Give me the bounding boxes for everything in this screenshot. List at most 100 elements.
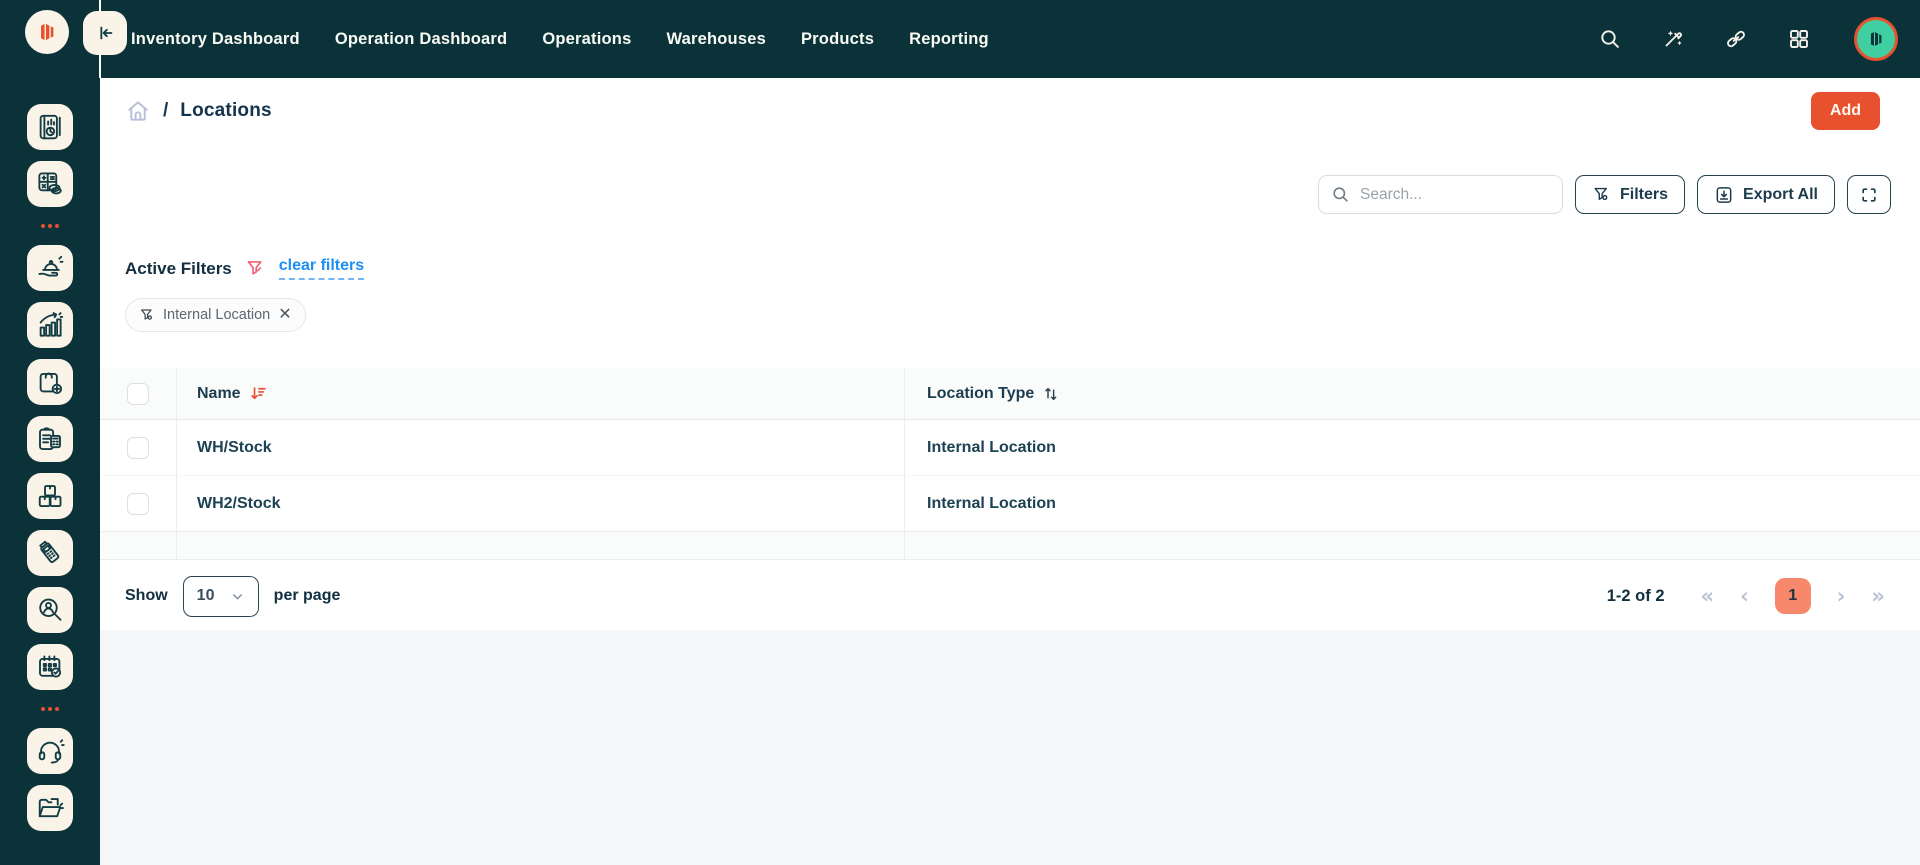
filters-button[interactable]: Filters <box>1575 175 1685 214</box>
search-input[interactable] <box>1360 186 1550 204</box>
sidebar-icon-list <box>27 104 73 842</box>
pagination-controls: 1-2 of 2 « ‹ 1 › » <box>1607 578 1885 614</box>
export-download-icon <box>1714 185 1734 205</box>
packages-icon <box>35 481 65 511</box>
nav-item-reporting[interactable]: Reporting <box>909 30 989 49</box>
sidebar-item-packages[interactable] <box>27 473 73 519</box>
clear-filters-link[interactable]: clear filters <box>279 257 364 280</box>
strip-cell <box>905 532 1920 559</box>
table-row[interactable]: WH2/Stock Internal Location <box>100 476 1920 532</box>
row-checkbox[interactable] <box>127 437 149 459</box>
sidebar-divider-dots <box>41 707 59 711</box>
bag-plus-icon <box>35 367 65 397</box>
navbar-menu: Inventory Dashboard Operation Dashboard … <box>131 30 989 49</box>
active-filters-row: Active Filters clear filters <box>125 257 364 280</box>
sort-descending-icon[interactable] <box>249 384 268 403</box>
chip-funnel-icon <box>139 307 155 323</box>
nav-item-inventory-dashboard[interactable]: Inventory Dashboard <box>131 30 300 49</box>
location-name: WH2/Stock <box>197 495 281 513</box>
logo-icon <box>34 19 60 45</box>
nav-item-products[interactable]: Products <box>801 30 874 49</box>
link-icon[interactable] <box>1724 27 1748 51</box>
calendar-check-icon <box>35 652 65 682</box>
filter-chip-label: Internal Location <box>163 307 270 323</box>
filter-chips-row: Internal Location ✕ <box>125 298 306 332</box>
row-checkbox-cell <box>100 476 177 531</box>
per-page-label: per page <box>274 587 341 605</box>
previous-page-icon[interactable]: ‹ <box>1740 586 1749 607</box>
page-size-select[interactable]: 10 <box>183 576 259 617</box>
app-logo[interactable] <box>25 10 69 54</box>
sidebar-collapse-button[interactable] <box>83 11 127 55</box>
chip-close-icon[interactable]: ✕ <box>278 307 291 323</box>
search-icon[interactable] <box>1598 27 1622 51</box>
filters-button-label: Filters <box>1620 186 1668 204</box>
report-book-icon <box>35 112 65 142</box>
search-box <box>1318 175 1563 214</box>
row-checkbox-cell <box>100 420 177 475</box>
show-label: Show <box>125 587 168 605</box>
sidebar-item-service-bell[interactable] <box>27 245 73 291</box>
sidebar-divider-dots <box>41 224 59 228</box>
home-icon[interactable] <box>125 98 151 124</box>
filter-chip: Internal Location ✕ <box>125 298 306 332</box>
row-type-cell: Internal Location <box>905 476 1920 531</box>
service-bell-icon <box>35 253 65 283</box>
sidebar-item-customer-search[interactable] <box>27 587 73 633</box>
breadcrumb-separator: / <box>163 100 168 122</box>
table-header-row: Name Location Type <box>100 368 1920 420</box>
nav-item-operation-dashboard[interactable]: Operation Dashboard <box>335 30 508 49</box>
magic-wand-icon[interactable] <box>1661 27 1685 51</box>
sidebar-item-documents-folder[interactable] <box>27 785 73 831</box>
avatar[interactable] <box>1854 17 1898 61</box>
location-type: Internal Location <box>927 439 1056 457</box>
strip-cell <box>177 532 905 559</box>
sidebar-item-growth-chart[interactable] <box>27 302 73 348</box>
pagination-bar: Show 10 per page 1-2 of 2 « ‹ 1 › » <box>100 574 1920 618</box>
sidebar-item-calculator-coins[interactable] <box>27 161 73 207</box>
chevron-down-icon <box>230 589 245 604</box>
nav-item-operations[interactable]: Operations <box>542 30 631 49</box>
documents-folder-icon <box>35 793 65 823</box>
header-location-type-cell[interactable]: Location Type <box>905 368 1920 419</box>
nav-item-warehouses[interactable]: Warehouses <box>666 30 766 49</box>
active-filters-title: Active Filters <box>125 259 232 279</box>
first-page-icon[interactable]: « <box>1701 586 1715 607</box>
sidebar-item-calendar-check[interactable] <box>27 644 73 690</box>
next-page-icon[interactable]: › <box>1837 586 1846 607</box>
header-checkbox-cell <box>100 368 177 419</box>
current-page-button[interactable]: 1 <box>1775 578 1811 614</box>
pagination-range: 1-2 of 2 <box>1607 587 1665 606</box>
row-checkbox[interactable] <box>127 493 149 515</box>
row-type-cell: Internal Location <box>905 420 1920 475</box>
customer-search-icon <box>35 595 65 625</box>
navbar-actions <box>1598 17 1898 61</box>
select-all-checkbox[interactable] <box>127 383 149 405</box>
calculator-coins-icon <box>35 169 65 199</box>
location-type: Internal Location <box>927 495 1056 513</box>
pos-terminal-icon <box>35 538 65 568</box>
breadcrumb-page-title: Locations <box>180 100 272 122</box>
sidebar-item-headphones[interactable] <box>27 728 73 774</box>
sidebar-item-bag-plus[interactable] <box>27 359 73 405</box>
sidebar-item-clipboard-calculator[interactable] <box>27 416 73 462</box>
last-page-icon[interactable]: » <box>1871 586 1885 607</box>
headphones-icon <box>35 736 65 766</box>
export-all-button[interactable]: Export All <box>1697 175 1835 214</box>
avatar-logo-icon <box>1865 28 1887 50</box>
table-row[interactable]: WH/Stock Internal Location <box>100 420 1920 476</box>
top-navbar: Inventory Dashboard Operation Dashboard … <box>0 0 1920 78</box>
pink-funnel-icon <box>245 258 266 279</box>
sidebar-item-pos-terminal[interactable] <box>27 530 73 576</box>
fullscreen-button[interactable] <box>1847 175 1891 214</box>
main-content: / Locations Add Filters Export All Activ… <box>100 78 1920 865</box>
apps-grid-icon[interactable] <box>1787 27 1811 51</box>
row-name-cell: WH2/Stock <box>177 476 905 531</box>
sidebar-item-report-book[interactable] <box>27 104 73 150</box>
collapse-left-icon <box>94 22 116 44</box>
add-button[interactable]: Add <box>1811 92 1880 130</box>
header-name-cell[interactable]: Name <box>177 368 905 419</box>
sort-both-icon[interactable] <box>1042 385 1060 403</box>
filter-funnel-icon <box>1592 185 1611 204</box>
clipboard-calculator-icon <box>35 424 65 454</box>
